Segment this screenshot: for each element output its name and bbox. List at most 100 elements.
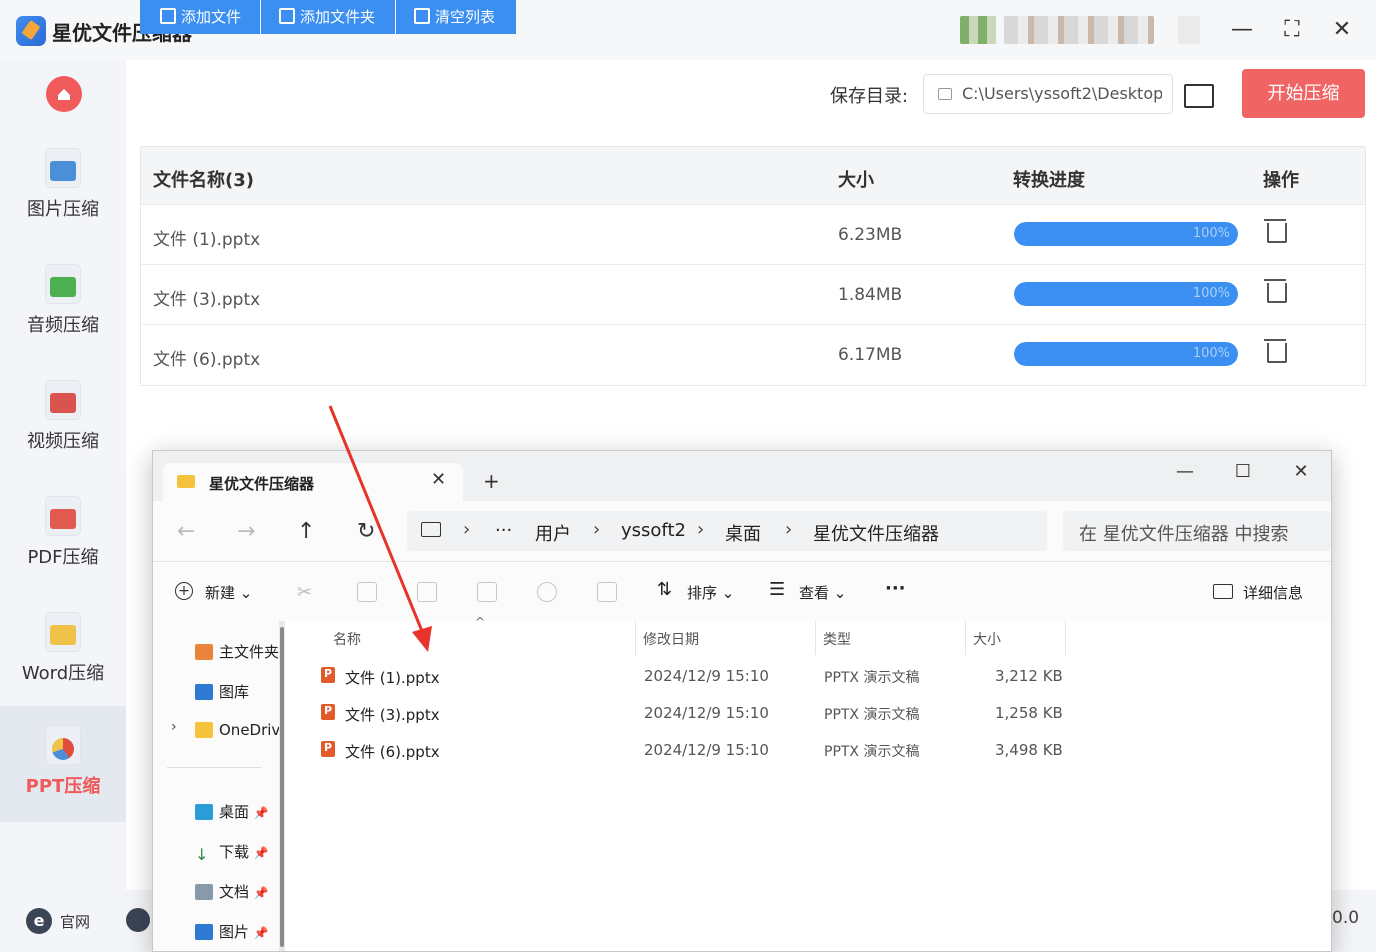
minimize-icon[interactable]: — <box>1165 457 1205 487</box>
column-type-header[interactable]: 类型 <box>823 629 851 649</box>
pin-icon: 📌 <box>253 806 269 820</box>
search-placeholder: 在 星优文件压缩器 中搜索 <box>1079 524 1289 545</box>
tab-close-icon[interactable]: ✕ <box>431 469 446 490</box>
list-item[interactable]: 文件 (3).pptx 2024/12/9 15:10 PPTX 演示文稿 1,… <box>315 696 1215 732</box>
column-action-header: 操作 <box>1263 170 1299 191</box>
document-icon <box>195 884 213 900</box>
nav-gallery[interactable]: 图库 <box>195 681 249 702</box>
open-folder-icon[interactable] <box>1184 84 1214 108</box>
sidebar-item-label: Word压缩 <box>21 663 105 684</box>
share-icon[interactable] <box>537 582 557 602</box>
breadcrumb-overflow[interactable]: ··· <box>495 520 512 541</box>
file-date: 2024/12/9 15:10 <box>644 741 769 759</box>
column-divider <box>965 621 966 655</box>
new-tab-icon[interactable]: + <box>483 469 500 493</box>
column-size-header[interactable]: 大小 <box>973 629 1001 649</box>
close-icon[interactable]: ✕ <box>1322 14 1362 46</box>
add-file-button[interactable]: 添加文件 <box>140 0 260 34</box>
rename-icon[interactable] <box>477 582 497 602</box>
chevron-right-icon: › <box>463 519 471 540</box>
delete-icon[interactable] <box>1264 339 1287 363</box>
list-item[interactable]: 文件 (1).pptx 2024/12/9 15:10 PPTX 演示文稿 3,… <box>315 659 1215 695</box>
file-size: 3,498 KB <box>995 741 1063 759</box>
file-date: 2024/12/9 15:10 <box>644 667 769 685</box>
sidebar-item-image[interactable]: 图片压缩 <box>0 129 126 245</box>
start-compress-button[interactable]: 开始压缩 <box>1242 69 1365 118</box>
breadcrumb-item[interactable]: 桌面 <box>725 520 761 546</box>
user-avatar[interactable] <box>960 16 996 44</box>
minimize-icon[interactable]: — <box>1222 14 1262 46</box>
nav-documents[interactable]: 文档 📌 <box>195 881 269 902</box>
column-date-header[interactable]: 修改日期 <box>643 629 699 649</box>
nav-pictures[interactable]: 图片 📌 <box>195 921 269 942</box>
table-row: 文件 (3).pptx 1.84MB 100% <box>141 265 1365 325</box>
file-date: 2024/12/9 15:10 <box>644 704 769 722</box>
copy-icon[interactable] <box>357 582 377 602</box>
search-box[interactable]: 在 星优文件压缩器 中搜索 <box>1063 511 1331 551</box>
sidebar-item-audio[interactable]: 音频压缩 <box>0 245 126 361</box>
app-logo-icon <box>16 16 46 46</box>
breadcrumb-item[interactable]: 用户 <box>535 520 571 546</box>
sort-button[interactable]: 排序 ⌄ <box>687 582 734 603</box>
file-size: 6.17MB <box>838 345 903 365</box>
clear-list-button[interactable]: 清空列表 <box>396 0 516 34</box>
explorer-nav-pane: 主文件夹 图库 › OneDrive 桌面 📌 ↓ 下载 📌 文档 📌 图片 📌 <box>153 621 290 951</box>
sidebar-item-pdf[interactable]: PDF压缩 <box>0 477 126 593</box>
details-button[interactable]: 详细信息 <box>1243 582 1303 603</box>
file-name: 文件 (1).pptx <box>153 230 261 250</box>
table-row: 文件 (1).pptx 6.23MB 100% <box>141 205 1365 265</box>
progress-text: 100% <box>1192 286 1230 301</box>
file-type: PPTX 演示文稿 <box>824 707 920 723</box>
column-name-header[interactable]: 名称 <box>333 629 361 649</box>
breadcrumb-item[interactable]: yssoft2 <box>621 520 686 541</box>
refresh-icon[interactable]: ↻ <box>357 519 375 544</box>
list-item[interactable]: 文件 (6).pptx 2024/12/9 15:10 PPTX 演示文稿 3,… <box>315 733 1215 769</box>
column-size-header: 大小 <box>838 170 874 191</box>
view-button[interactable]: 查看 ⌄ <box>799 582 846 603</box>
maximize-icon[interactable]: ⛶ <box>1272 14 1312 46</box>
delete-icon[interactable] <box>597 582 617 602</box>
file-name: 文件 (6).pptx <box>345 743 440 761</box>
expand-chevron-icon[interactable]: › <box>171 719 177 735</box>
cut-icon[interactable]: ✂ <box>297 582 315 603</box>
details-icon <box>1213 584 1233 599</box>
add-folder-button[interactable]: 添加文件夹 <box>261 0 395 34</box>
home-button[interactable] <box>46 76 82 112</box>
sidebar-item-video[interactable]: 视频压缩 <box>0 361 126 477</box>
user-name-blurred <box>1004 16 1154 44</box>
version-text: 0.0 <box>1332 908 1360 928</box>
website-link[interactable]: 官网 <box>60 911 90 932</box>
delete-icon[interactable] <box>1264 279 1287 303</box>
explorer-tab[interactable]: 星优文件压缩器 ✕ <box>163 463 463 503</box>
back-icon[interactable]: ← <box>177 519 195 544</box>
nav-desktop[interactable]: 桌面 📌 <box>195 801 269 822</box>
file-size: 3,212 KB <box>995 667 1063 685</box>
address-bar[interactable]: › ··· 用户 › yssoft2 › 桌面 › 星优文件压缩器 <box>407 511 1047 551</box>
breadcrumb-item[interactable]: 星优文件压缩器 <box>813 520 939 546</box>
maximize-icon[interactable]: ☐ <box>1223 457 1263 487</box>
column-progress-header: 转换进度 <box>1013 170 1085 191</box>
pdf-compress-icon <box>46 497 80 535</box>
forward-icon[interactable]: → <box>237 519 255 544</box>
paste-icon[interactable] <box>417 582 437 602</box>
sidebar-item-ppt[interactable]: PPT压缩 <box>0 706 126 822</box>
nav-divider <box>167 767 261 768</box>
more-button[interactable]: ··· <box>885 578 906 599</box>
chevron-right-icon: › <box>785 519 793 540</box>
file-table: 文件名称(3) 大小 转换进度 操作 文件 (1).pptx 6.23MB 10… <box>140 146 1366 386</box>
menu-icon[interactable] <box>1178 16 1200 44</box>
close-icon[interactable]: ✕ <box>1281 457 1321 487</box>
save-path-field[interactable]: C:\Users\yssoft2\Desktop\ <box>923 74 1173 114</box>
up-icon[interactable]: ↑ <box>297 519 315 544</box>
website-icon[interactable]: e <box>26 908 52 934</box>
image-compress-icon <box>46 149 80 187</box>
new-button[interactable]: 新建 ⌄ <box>205 582 252 603</box>
nav-home[interactable]: 主文件夹 <box>195 641 279 662</box>
nav-onedrive[interactable]: OneDrive <box>195 721 290 739</box>
sidebar-item-word[interactable]: Word压缩 <box>0 593 126 709</box>
chat-icon[interactable] <box>126 908 150 932</box>
file-name: 文件 (1).pptx <box>345 669 440 687</box>
delete-icon[interactable] <box>1264 219 1287 243</box>
gallery-icon <box>195 684 213 700</box>
nav-downloads[interactable]: ↓ 下载 📌 <box>195 841 269 864</box>
